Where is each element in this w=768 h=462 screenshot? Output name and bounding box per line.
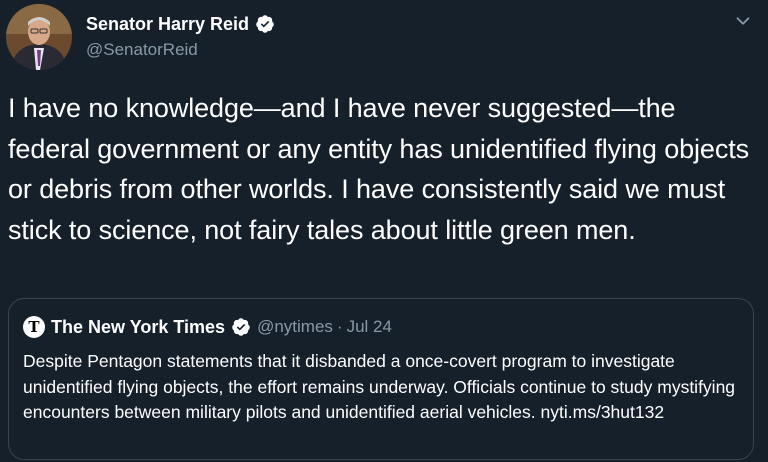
quoted-tweet-date: Jul 24 — [346, 317, 392, 336]
author-name-row: Senator Harry Reid — [86, 12, 275, 36]
tweet-text: I have no knowledge—and I have never sug… — [8, 93, 750, 245]
quoted-author-name: The New York Times — [51, 316, 226, 337]
tweet-card[interactable]: Senator Harry Reid @SenatorReid I have n… — [0, 0, 768, 462]
author-handle[interactable]: @SenatorReid — [86, 40, 275, 60]
chevron-down-icon[interactable] — [732, 10, 754, 32]
author-info: Senator Harry Reid @SenatorReid — [86, 12, 275, 60]
separator-dot: · — [336, 317, 343, 336]
verified-badge-icon — [256, 15, 274, 33]
nytimes-logo-icon: T — [23, 316, 45, 338]
quoted-tweet-text: Despite Pentagon statements that it disb… — [23, 349, 743, 426]
quoted-tweet[interactable]: T The New York Times @nytimes · Jul 24 D… — [8, 298, 754, 460]
quoted-tweet-header: T The New York Times @nytimes · Jul 24 — [23, 315, 392, 339]
author-avatar[interactable] — [6, 4, 72, 70]
author-name[interactable]: Senator Harry Reid — [86, 14, 249, 35]
quoted-tweet-link[interactable]: nyti.ms/3hut132 — [541, 402, 665, 422]
verified-badge-icon — [232, 318, 250, 336]
quoted-author-handle: @nytimes — [257, 317, 333, 336]
